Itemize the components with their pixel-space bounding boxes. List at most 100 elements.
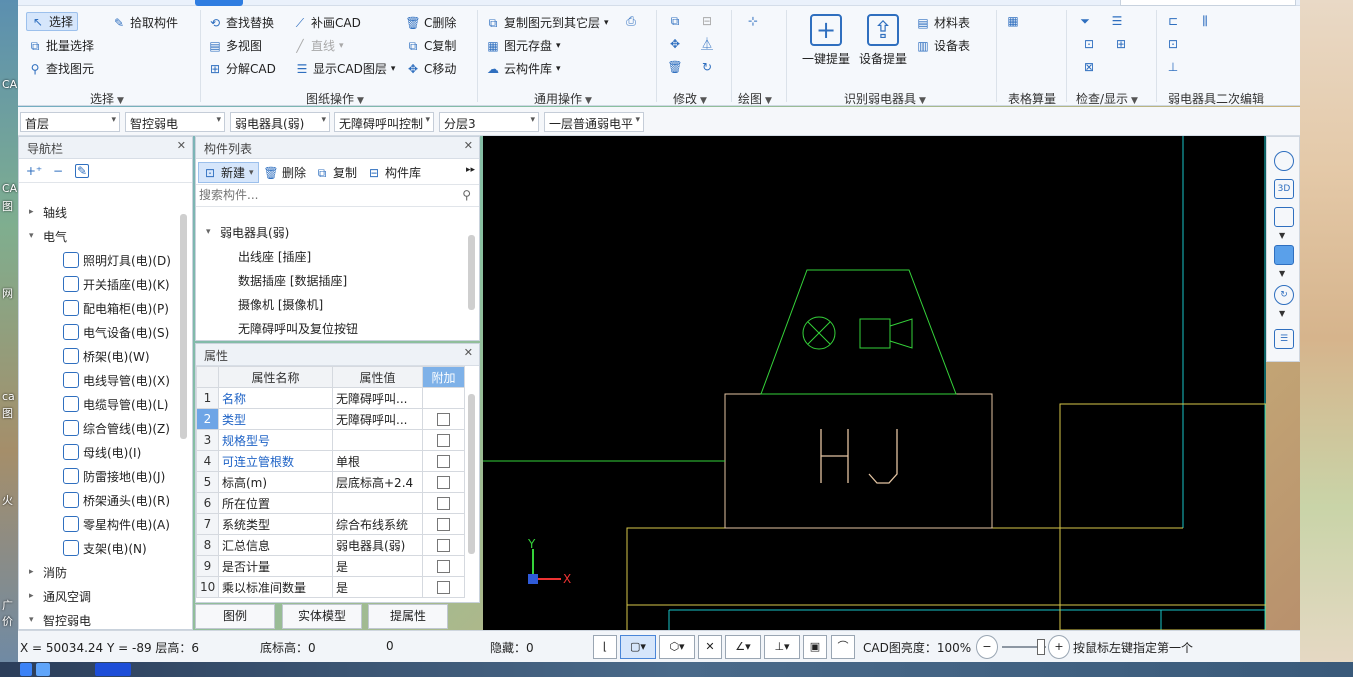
rotate-icon[interactable]: ↻ [700, 60, 714, 74]
nav-item[interactable]: 开关插座(电)(K) [63, 273, 170, 295]
component-group[interactable]: ▾ 弱电器具(弱) [206, 221, 289, 243]
property-value[interactable] [332, 429, 423, 451]
chevron-down-icon[interactable]: ▼ [1279, 269, 1285, 278]
nav-item[interactable]: 母线(电)(I) [63, 441, 141, 463]
c-move-button[interactable]: ✥ C移动 [406, 60, 456, 77]
collapse-all-icon[interactable]: − [51, 164, 65, 178]
batch-select-button[interactable]: ⧉ 批量选择 [28, 37, 94, 54]
copy-button[interactable]: ⧉ 复制 [315, 164, 357, 181]
nav-category[interactable]: ▸ 通风空调 [29, 585, 91, 607]
nav-item[interactable]: 配电箱柜(电)(P) [63, 297, 169, 319]
library-button[interactable]: ⊟ 构件库 [367, 164, 421, 181]
component-select[interactable]: 无障碍呼叫控制 ▾ [334, 112, 434, 132]
equipment-table-button[interactable]: ▥ 设备表 [916, 37, 970, 54]
filter-icon[interactable]: ⏷ [1078, 14, 1092, 28]
extra-checkbox[interactable] [437, 434, 450, 447]
extend-icon[interactable]: ⊟ [700, 14, 714, 28]
nav-item[interactable]: 综合管线(电)(Z) [63, 417, 170, 439]
extra-checkbox[interactable] [437, 497, 450, 510]
chevron-right-icon[interactable]: ▸ [29, 591, 39, 601]
chevron-down-icon[interactable]: ▼ [1279, 231, 1285, 240]
nav-item[interactable]: 防雷接地(电)(J) [63, 465, 165, 487]
nav-item[interactable]: 桥架(电)(W) [63, 345, 150, 367]
snapshot-icon[interactable]: ▣ [803, 635, 827, 659]
copy-to-layer-button[interactable]: ⧉ 复制图元到其它层 ▾ [486, 14, 609, 31]
nav-item[interactable]: 电气设备(电)(S) [63, 321, 169, 343]
show-cad-layer-button[interactable]: ☰ 显示CAD图层 ▾ [295, 60, 396, 77]
component-item[interactable]: 无障碍呼叫及复位按钮 [238, 317, 358, 339]
extra-checkbox[interactable] [437, 413, 450, 426]
component-type-select[interactable]: 弱电器具(弱) ▾ [230, 112, 330, 132]
frame-icon[interactable]: ⊡ [1166, 37, 1180, 51]
cube-filled-icon[interactable] [1274, 245, 1294, 265]
group-label-modify[interactable]: 修改 ▼ [673, 90, 707, 107]
floor-select[interactable]: 首层 ▾ [20, 112, 120, 132]
hierarchy-icon[interactable]: ⊥ [1166, 60, 1180, 74]
3d-view-icon[interactable]: 3D [1274, 179, 1294, 199]
group-label-drawing[interactable]: 图纸操作 ▼ [306, 90, 364, 107]
search-icon[interactable]: ⚲ [462, 188, 471, 202]
property-value[interactable] [332, 492, 423, 514]
extra-checkbox[interactable] [437, 539, 450, 552]
entity-model-button[interactable]: 实体模型 [282, 604, 362, 629]
nav-item[interactable]: 支架(电)(N) [63, 537, 147, 559]
align-icon[interactable]: ⫼ [1198, 14, 1212, 28]
expand-all-icon[interactable]: +⁺ [26, 164, 42, 178]
cad-app-icon[interactable] [95, 663, 131, 676]
group-label-common[interactable]: 通用操作 ▼ [534, 90, 592, 107]
extra-checkbox[interactable] [437, 455, 450, 468]
property-scrollbar[interactable] [468, 394, 475, 554]
supplement-cad-button[interactable]: ⟋ 补画CAD [293, 14, 361, 31]
property-row[interactable]: 3 规格型号 [196, 429, 465, 451]
property-row[interactable]: 8 汇总信息 弱电器具(弱) [196, 534, 465, 556]
edit-icon[interactable]: ⊏ [1166, 14, 1180, 28]
check-icon[interactable]: ⊡ [1082, 37, 1096, 51]
specialty-select[interactable]: 智控弱电 ▾ [125, 112, 225, 132]
layer-select[interactable]: 分层3 ▾ [439, 112, 539, 132]
nav-scrollbar[interactable] [180, 214, 187, 439]
property-value[interactable]: 弱电器具(弱) [332, 534, 423, 556]
component-item[interactable]: 出线座 [插座] [238, 245, 311, 267]
property-row[interactable]: 4 可连立管根数 单根 [196, 450, 465, 472]
extra-checkbox[interactable] [437, 518, 450, 531]
slider-handle[interactable] [1037, 639, 1045, 655]
c-delete-button[interactable]: 🗑 C删除 [405, 14, 456, 31]
property-row[interactable]: 1 名称 无障碍呼叫... [196, 387, 465, 409]
nav-category[interactable]: ▸ 轴线 [29, 201, 67, 223]
group-label-identify[interactable]: 识别弱电器具 ▼ [844, 90, 926, 107]
more-icon[interactable]: ▸▸ [466, 165, 475, 175]
nav-item[interactable]: 零星构件(电)(A) [63, 513, 170, 535]
property-row[interactable]: 7 系统类型 综合布线系统 [196, 513, 465, 535]
close-icon[interactable]: ✕ [177, 139, 186, 152]
ruler-icon[interactable]: ⊞ [1114, 37, 1128, 51]
new-button[interactable]: ⊡ 新建 ▾ [198, 162, 259, 183]
copy-icon[interactable]: ⧉ [668, 14, 682, 28]
close-icon[interactable]: ✕ [464, 139, 473, 152]
extra-checkbox[interactable] [437, 476, 450, 489]
property-row[interactable]: 10 乘以标准间数量是 [196, 576, 465, 598]
delete-button[interactable]: 🗑 删除 [263, 164, 306, 181]
cad-canvas[interactable]: Y X [483, 136, 1266, 630]
chevron-down-icon[interactable]: ▾ [29, 231, 39, 241]
grid-table-icon[interactable]: ▦ [1006, 14, 1020, 28]
chevron-right-icon[interactable]: ▸ [29, 207, 39, 217]
nav-item[interactable]: 桥架通头(电)(R) [63, 489, 170, 511]
component-item[interactable]: 数据插座 [数据插座] [238, 269, 347, 291]
edit-icon[interactable]: ✎ [75, 164, 89, 178]
rotate-icon[interactable]: ↻ [1274, 285, 1294, 305]
chevron-down-icon[interactable]: ▾ [29, 615, 39, 625]
nav-category[interactable]: ▾ 智控弱电 [29, 609, 91, 631]
property-value[interactable]: 是 [332, 576, 423, 598]
rect-select-icon[interactable]: ▢▾ [620, 635, 656, 659]
decompose-cad-button[interactable]: ⊞ 分解CAD [208, 60, 276, 77]
trash-icon[interactable]: 🗑 [667, 60, 682, 74]
property-row[interactable]: 2 类型 无障碍呼叫... [196, 408, 465, 430]
equipment-calc-button[interactable]: ⇪ 设备提量 [858, 14, 908, 67]
save-element-button[interactable]: ▦ 图元存盘 ▾ [486, 37, 560, 54]
property-value[interactable]: 层底标高+2.4 [332, 471, 423, 493]
nav-item[interactable]: 照明灯具(电)(D) [63, 249, 171, 271]
nav-item[interactable]: 电线导管(电)(X) [63, 369, 170, 391]
cross-icon[interactable]: ✕ [698, 635, 722, 659]
property-value[interactable]: 无障碍呼叫... [332, 408, 423, 430]
property-value[interactable]: 单根 [332, 450, 423, 472]
